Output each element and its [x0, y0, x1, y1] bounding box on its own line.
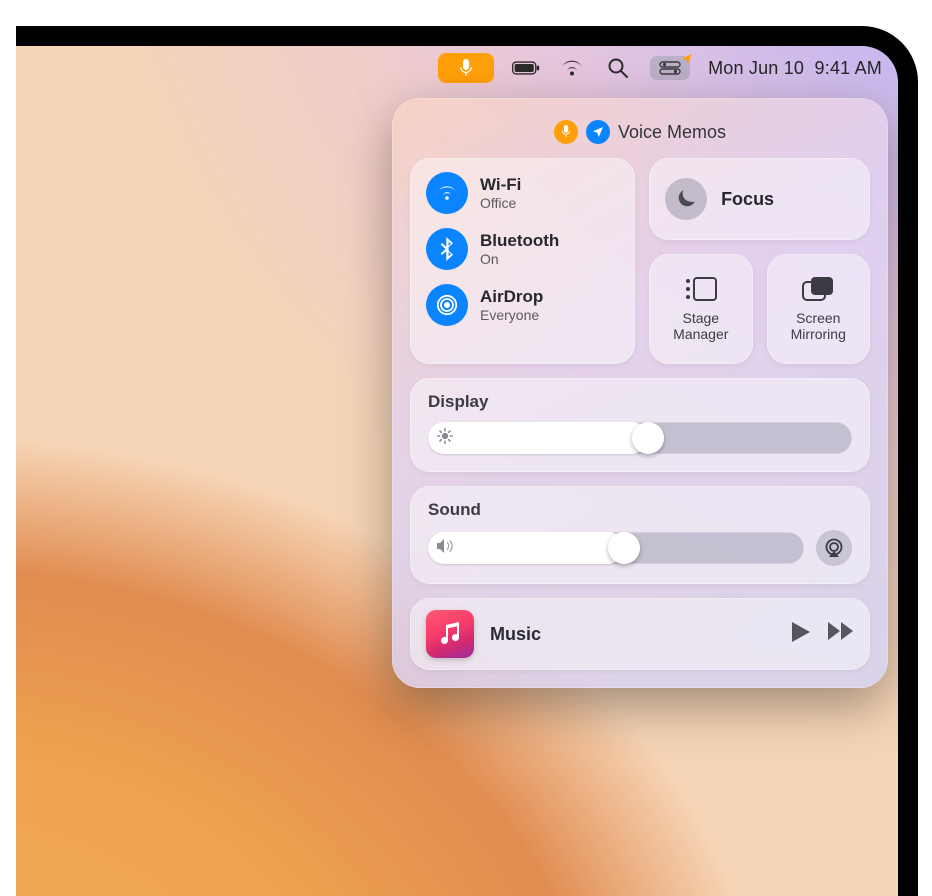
spotlight-search-icon[interactable]: [604, 54, 632, 82]
bluetooth-title: Bluetooth: [480, 231, 559, 251]
brightness-icon: [437, 428, 453, 449]
airplay-icon: [823, 538, 845, 558]
battery-icon[interactable]: [512, 54, 540, 82]
microphone-icon: [554, 120, 578, 144]
sound-tile: Sound: [410, 486, 870, 584]
screen-mirroring-icon: [801, 276, 835, 302]
menubar-time: 9:41 AM: [815, 58, 882, 78]
wifi-toggle[interactable]: Wi-Fi Office: [426, 172, 619, 214]
location-indicator-icon: [681, 53, 693, 65]
display-brightness-slider[interactable]: [428, 422, 852, 454]
location-icon: [586, 120, 610, 144]
airplay-audio-button[interactable]: [816, 530, 852, 566]
stage-manager-tile[interactable]: Stage Manager: [649, 254, 752, 364]
focus-label: Focus: [721, 189, 774, 210]
screen-mirroring-label: Screen Mirroring: [791, 310, 846, 342]
moon-icon: [665, 178, 707, 220]
control-center-panel: Voice Memos Wi-Fi Office: [392, 98, 888, 688]
wifi-icon: [426, 172, 468, 214]
stage-manager-icon: [684, 276, 718, 302]
now-playing-title: Music: [490, 624, 776, 645]
menubar-datetime[interactable]: Mon Jun 10 9:41 AM: [708, 58, 882, 79]
bluetooth-icon: [426, 228, 468, 270]
next-track-button[interactable]: [828, 622, 854, 647]
now-playing-tile[interactable]: Music: [410, 598, 870, 670]
screen-mirroring-tile[interactable]: Screen Mirroring: [767, 254, 870, 364]
play-button[interactable]: [792, 622, 810, 647]
airdrop-toggle[interactable]: AirDrop Everyone: [426, 284, 619, 326]
control-center-app-label: Voice Memos: [618, 122, 726, 143]
focus-tile[interactable]: Focus: [649, 158, 870, 240]
mic-indicator-pill[interactable]: [438, 53, 494, 83]
stage-manager-label: Stage Manager: [673, 310, 728, 342]
connectivity-tile: Wi-Fi Office Bluetooth On: [410, 158, 635, 364]
bluetooth-toggle[interactable]: Bluetooth On: [426, 228, 619, 270]
display-tile: Display: [410, 378, 870, 472]
sound-label: Sound: [428, 500, 852, 520]
play-icon: [792, 622, 810, 642]
menubar-date: Mon Jun 10: [708, 58, 804, 78]
control-center-app-header[interactable]: Voice Memos: [410, 116, 870, 148]
wifi-title: Wi-Fi: [480, 175, 521, 195]
bluetooth-status: On: [480, 251, 559, 267]
display-label: Display: [428, 392, 852, 412]
control-center-menubar-button[interactable]: [650, 56, 690, 80]
macos-menu-bar: Mon Jun 10 9:41 AM: [16, 46, 898, 90]
airdrop-status: Everyone: [480, 307, 543, 323]
fast-forward-icon: [828, 622, 854, 640]
microphone-icon: [459, 59, 473, 77]
airdrop-title: AirDrop: [480, 287, 543, 307]
speaker-icon: [437, 539, 455, 558]
wifi-status: Office: [480, 195, 521, 211]
control-center-icon: [659, 61, 681, 75]
sound-volume-slider[interactable]: [428, 532, 804, 564]
airdrop-icon: [426, 284, 468, 326]
wifi-icon[interactable]: [558, 54, 586, 82]
music-app-icon: [426, 610, 474, 658]
